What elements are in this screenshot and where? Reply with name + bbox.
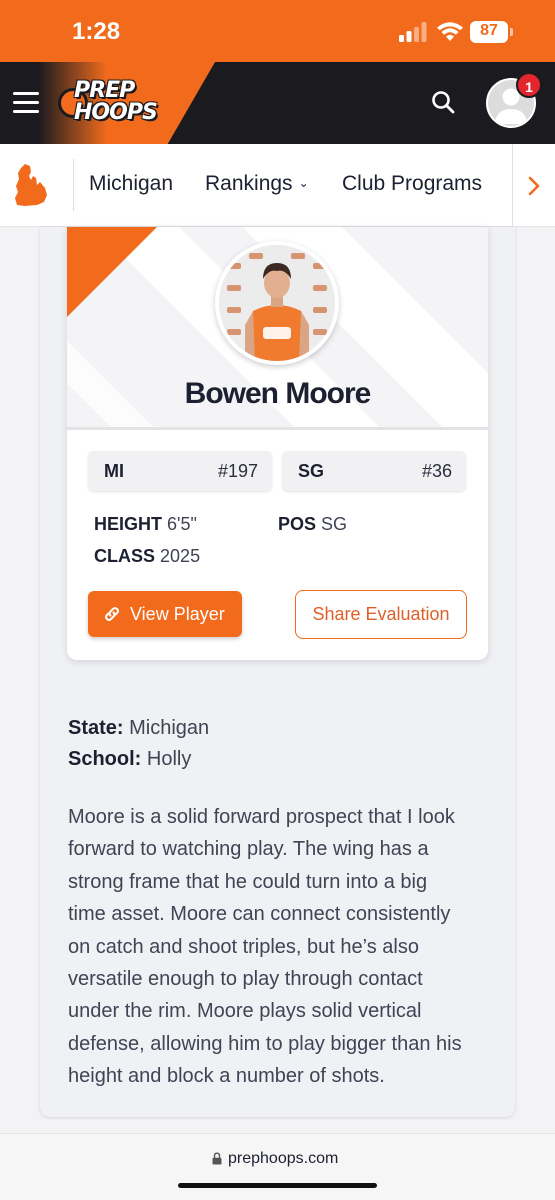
position-rank-box: SG #36 bbox=[282, 451, 466, 491]
state-info: State: Michigan bbox=[68, 717, 209, 740]
site-header: PREP HOOPS 1 bbox=[0, 62, 555, 144]
evaluation-text: Moore is a solid forward prospect that I… bbox=[68, 801, 498, 1093]
subnav-divider bbox=[73, 159, 74, 211]
position-rank-label: SG bbox=[298, 461, 325, 481]
nav-club-programs[interactable]: Club Programs bbox=[342, 172, 482, 196]
bio-line: defense, allowing him to play bigger tha… bbox=[68, 1032, 462, 1055]
status-bar: 1:28 87 bbox=[0, 0, 555, 62]
view-player-label: View Player bbox=[130, 604, 225, 624]
class-label: CLASS bbox=[94, 546, 156, 566]
nav-michigan[interactable]: Michigan bbox=[89, 172, 173, 196]
height-label: HEIGHT bbox=[94, 514, 163, 534]
battery-level: 87 bbox=[480, 22, 498, 39]
bio-line: Moore is a solid forward prospect that I… bbox=[68, 806, 455, 828]
bio-line: forward to watching play. The wing has a bbox=[68, 838, 429, 861]
view-player-button[interactable]: View Player bbox=[88, 591, 242, 637]
player-name: Bowen Moore bbox=[184, 377, 372, 410]
player-card-header: Bowen Moore bbox=[67, 227, 488, 427]
nav-rankings[interactable]: Rankings ⌄ bbox=[205, 172, 309, 196]
nav-rankings-label: Rankings bbox=[205, 172, 293, 195]
status-time: 1:28 bbox=[72, 18, 121, 45]
battery-icon: 87 bbox=[470, 21, 514, 43]
home-indicator[interactable] bbox=[178, 1183, 377, 1188]
search-icon[interactable] bbox=[430, 89, 456, 115]
height-value: 6'5" bbox=[167, 514, 197, 534]
michigan-state-icon[interactable] bbox=[12, 162, 52, 208]
player-photo bbox=[215, 241, 339, 365]
menu-icon[interactable] bbox=[13, 92, 39, 114]
subnav-right-divider bbox=[512, 144, 513, 227]
chevron-down-icon: ⌄ bbox=[298, 176, 309, 190]
bio-line: time asset. Moore can connect consistent… bbox=[68, 903, 451, 926]
browser-url-bar[interactable]: prephoops.com bbox=[0, 1133, 555, 1200]
state-info-value: Michigan bbox=[129, 717, 210, 739]
logo-line2: HOOPS bbox=[74, 100, 158, 125]
player-photo-image bbox=[219, 245, 335, 361]
state-info-label: State: bbox=[68, 717, 124, 739]
school-info: School: Holly bbox=[68, 748, 191, 771]
share-evaluation-button[interactable]: Share Evaluation bbox=[295, 590, 467, 639]
bio-line: under the rim. Moore plays solid vertica… bbox=[68, 1000, 422, 1023]
prep-hoops-logo[interactable]: PREP HOOPS bbox=[56, 76, 160, 132]
url-text: prephoops.com bbox=[228, 1150, 339, 1167]
class-value: 2025 bbox=[160, 546, 201, 566]
notification-badge[interactable]: 1 bbox=[516, 72, 542, 98]
state-rank-value: #197 bbox=[217, 461, 258, 481]
bio-line: strong frame that he could turn into a b… bbox=[68, 870, 428, 893]
height-stat: HEIGHT 6'5" bbox=[94, 514, 197, 535]
position-rank-value: #36 bbox=[421, 461, 452, 481]
bio-line: height and block a number of shots. bbox=[68, 1065, 385, 1088]
player-card: Bowen Moore MI #197 SG #36 HEIGHT 6'5" P… bbox=[67, 227, 488, 660]
wifi-icon bbox=[437, 22, 463, 41]
lock-icon bbox=[212, 1152, 222, 1165]
state-rank-box: MI #197 bbox=[88, 451, 272, 491]
bio-line: on catch and shoot triples, but he’s als… bbox=[68, 935, 419, 958]
chevron-right-icon[interactable] bbox=[522, 172, 546, 200]
logo-line1: PREP bbox=[74, 78, 135, 103]
position-stat: POS SG bbox=[278, 514, 347, 535]
link-icon bbox=[105, 607, 119, 621]
position-label: POS bbox=[278, 514, 317, 534]
state-rank-label: MI bbox=[104, 461, 124, 481]
cellular-signal-icon bbox=[399, 22, 427, 42]
bio-line: versatile enough to play through contact bbox=[68, 968, 423, 991]
school-info-value: Holly bbox=[146, 748, 192, 770]
position-value: SG bbox=[321, 514, 348, 534]
school-info-label: School: bbox=[68, 748, 142, 770]
class-stat: CLASS 2025 bbox=[94, 546, 200, 567]
